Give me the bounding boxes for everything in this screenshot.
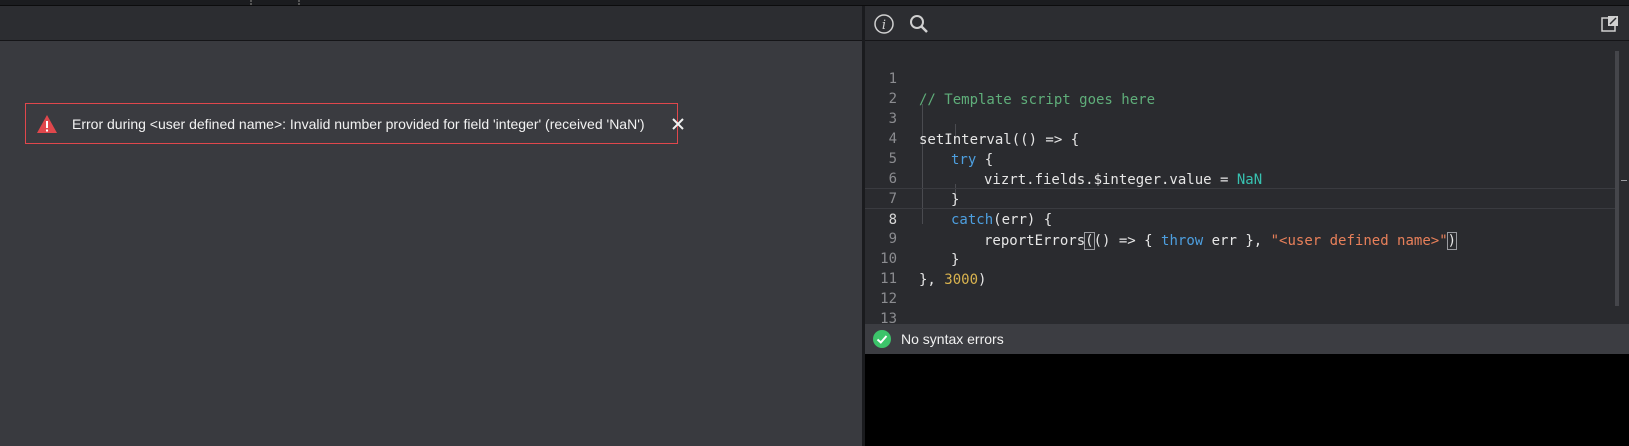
code-line: 9 }	[865, 208, 1617, 268]
code-line: 2	[865, 68, 1617, 107]
error-banner: Error during <user defined name>: Invali…	[25, 103, 684, 144]
code-line: 3 setInterval(() => {	[865, 88, 1617, 148]
syntax-status-bar: No syntax errors	[865, 324, 1629, 354]
script-toolbar: i	[865, 6, 1629, 41]
scrollbar-marker	[1621, 180, 1627, 181]
resize-grip[interactable]	[250, 0, 300, 3]
code-line: 12	[865, 268, 1617, 307]
code-line: 5 vizrt.fields.$integer.value = NaN	[865, 128, 1617, 188]
code-line: 1 // Template script goes here	[865, 48, 1617, 108]
warning-icon	[37, 114, 57, 133]
search-icon[interactable]	[908, 13, 930, 35]
code-line: 7 catch(err) {	[865, 168, 1617, 228]
info-icon[interactable]: i	[873, 13, 895, 35]
error-message: Error during <user defined name>: Invali…	[72, 115, 645, 132]
code-line: 11	[865, 248, 1617, 287]
svg-text:i: i	[882, 18, 886, 33]
check-circle-icon	[873, 330, 891, 348]
code-line-active: 8 reportErrors(() => { throw err }, "<us…	[865, 188, 1617, 250]
editor-scrollbar[interactable]	[1615, 51, 1619, 306]
close-icon[interactable]	[671, 117, 685, 131]
code-line: 13	[865, 288, 1617, 327]
app-root: Error during <user defined name>: Invali…	[0, 0, 1629, 446]
code-editor[interactable]: 1 // Template script goes here 2 3 setIn…	[865, 41, 1629, 337]
code-line: 10 }, 3000)	[865, 228, 1617, 288]
syntax-status-text: No syntax errors	[901, 331, 1004, 347]
preview-toolbar	[0, 6, 862, 41]
popout-icon[interactable]	[1599, 13, 1621, 35]
preview-panel: Error during <user defined name>: Invali…	[0, 6, 862, 446]
script-panel: i 1 // Template script goes here 2 3 set…	[865, 6, 1629, 446]
code-line: 6 }	[865, 148, 1617, 208]
code-line: 4 try {	[865, 108, 1617, 168]
